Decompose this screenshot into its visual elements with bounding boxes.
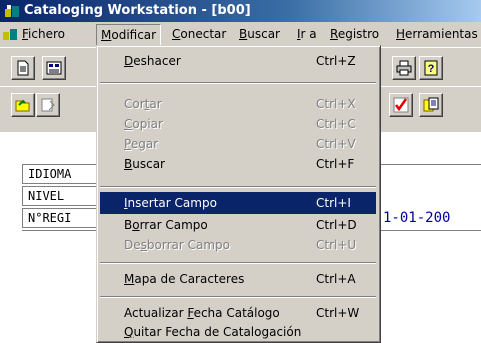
- shortcut: Ctrl+F: [316, 157, 355, 171]
- edit-icon: [41, 98, 55, 112]
- menu-item-copiar: Copiar Ctrl+C: [100, 113, 376, 135]
- menu-item-cortar: Cortar Ctrl+X: [100, 93, 376, 115]
- shortcut: Ctrl+V: [316, 137, 356, 151]
- menu-herramientas[interactable]: Herramientas: [392, 22, 481, 47]
- field-value-date[interactable]: 1-01-200: [383, 210, 450, 226]
- menu-separator: [100, 82, 376, 84]
- menu-buscar[interactable]: Buscar: [235, 22, 284, 47]
- copy-card-button[interactable]: [419, 93, 443, 117]
- shortcut: Ctrl+A: [316, 272, 356, 286]
- menu-fichero[interactable]: Fichero: [18, 22, 69, 47]
- open-button[interactable]: [11, 93, 35, 117]
- window-title: Cataloging Workstation - [b00]: [24, 3, 251, 18]
- shortcut: Ctrl+I: [316, 196, 351, 210]
- edit-button[interactable]: [36, 93, 60, 117]
- copy-card-icon: [423, 97, 439, 112]
- menu-conectar[interactable]: Conectar: [168, 22, 230, 47]
- document-icon: [17, 60, 29, 76]
- menu-registro[interactable]: Registro: [326, 22, 383, 47]
- menu-item-desborrar-campo: Desborrar Campo Ctrl+U: [100, 234, 376, 256]
- records-icon: [46, 61, 62, 75]
- app-icon: [5, 5, 19, 17]
- printer-icon: [396, 60, 412, 76]
- validate-checkmark-icon: [393, 97, 409, 113]
- shortcut: Ctrl+D: [316, 218, 357, 232]
- menu-item-mapa-de-caracteres[interactable]: Mapa de Caracteres Ctrl+A: [100, 268, 376, 290]
- help-icon: ?: [424, 60, 438, 76]
- modificar-dropdown-menu: Deshacer Ctrl+Z Cortar Ctrl+X Copiar Ctr…: [96, 45, 381, 343]
- menu-item-insertar-campo[interactable]: Insertar Campo Ctrl+I: [100, 192, 376, 214]
- shortcut: Ctrl+C: [316, 117, 356, 131]
- menu-item-pegar: Pegar Ctrl+V: [100, 133, 376, 155]
- help-button[interactable]: ?: [419, 56, 443, 80]
- menu-item-buscar[interactable]: Buscar Ctrl+F: [100, 153, 376, 175]
- menu-item-borrar-campo[interactable]: Borrar Campo Ctrl+D: [100, 214, 376, 236]
- records-button[interactable]: [42, 56, 66, 80]
- shortcut: Ctrl+X: [316, 97, 356, 111]
- new-document-button[interactable]: [11, 56, 35, 80]
- shortcut: Ctrl+U: [316, 238, 357, 252]
- validate-button[interactable]: [389, 93, 413, 117]
- menu-bar: Fichero Modificar Conectar Buscar Ir a R…: [0, 22, 481, 47]
- open-folder-icon: [15, 99, 30, 112]
- menu-separator: [100, 262, 376, 264]
- title-bar: Cataloging Workstation - [b00]: [0, 0, 481, 22]
- menu-item-quitar-fecha-catalogacion[interactable]: Quitar Fecha de Catalogación: [100, 321, 376, 343]
- menu-item-deshacer[interactable]: Deshacer Ctrl+Z: [100, 50, 376, 72]
- shortcut: Ctrl+Z: [316, 54, 356, 68]
- menu-modificar[interactable]: Modificar: [96, 24, 162, 47]
- menu-separator: [100, 186, 376, 188]
- print-button[interactable]: [392, 56, 416, 80]
- app-icon[interactable]: [2, 26, 18, 42]
- menu-separator: [100, 296, 376, 298]
- menu-ir-a[interactable]: Ir a: [293, 22, 321, 47]
- svg-text:?: ?: [428, 63, 435, 75]
